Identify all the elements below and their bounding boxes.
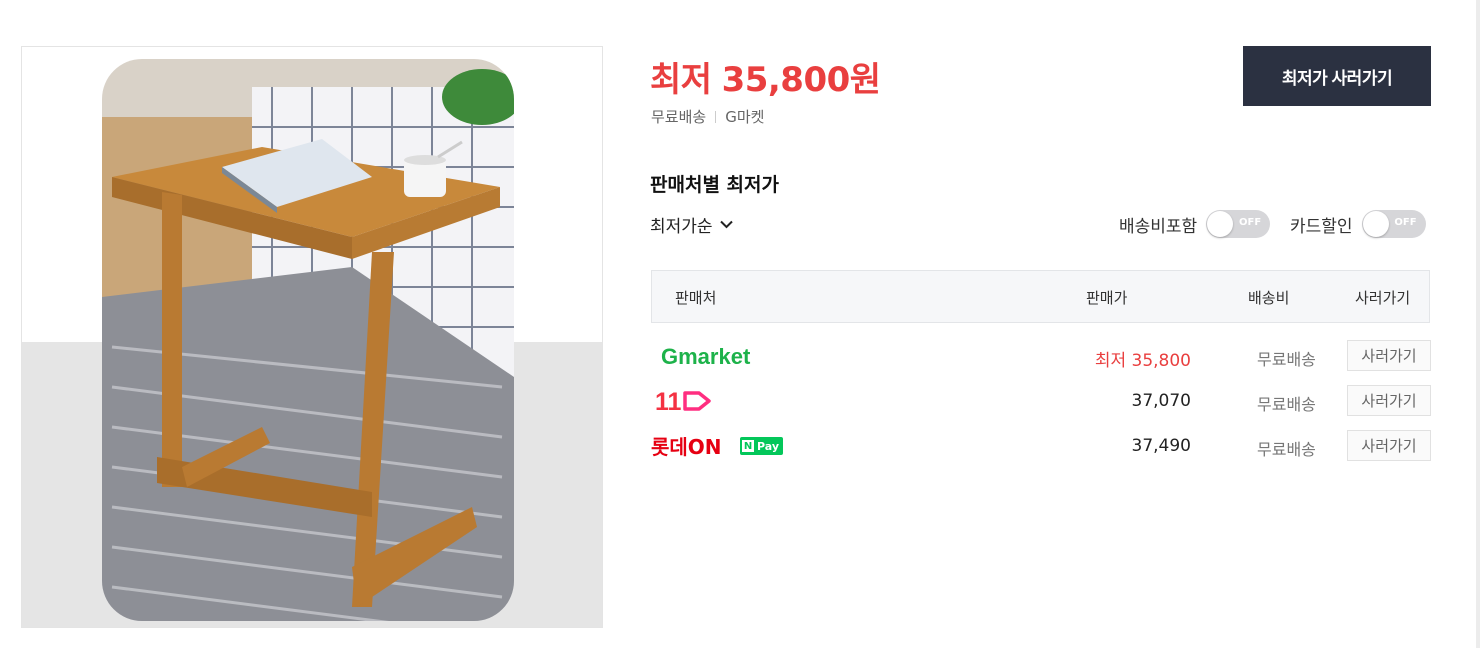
sort-label: 최저가순 bbox=[650, 217, 713, 237]
section-title: 판매처별 최저가 bbox=[650, 174, 779, 196]
product-image bbox=[21, 46, 603, 628]
npay-label: Pay bbox=[757, 439, 780, 453]
lowest-price: 최저 35,800원 bbox=[650, 52, 881, 101]
shipping-toggle-group: 배송비포함 OFF bbox=[1119, 210, 1271, 238]
gmarket-logo-text: Gmarket bbox=[661, 344, 751, 368]
divider bbox=[715, 111, 717, 123]
row-price: 37,490 bbox=[1131, 436, 1191, 456]
sort-dropdown[interactable]: 최저가순 bbox=[650, 212, 733, 237]
row-shipping: 무료배송 bbox=[1257, 440, 1316, 459]
price-meta: 무료배송 G마켓 bbox=[651, 106, 764, 127]
price-prefix: 최저 bbox=[650, 60, 712, 100]
toggle-state: OFF bbox=[1239, 217, 1262, 228]
lotteon-logo-icon: 롯데ON bbox=[651, 435, 722, 459]
shipping-include-toggle[interactable]: OFF bbox=[1206, 210, 1271, 238]
header-seller: 판매처 bbox=[675, 289, 717, 307]
page-edge bbox=[1476, 0, 1480, 648]
row-price: 최저 35,800 bbox=[1094, 351, 1191, 371]
card-toggle-group: 카드할인 OFF bbox=[1290, 210, 1426, 238]
row-shipping: 무료배송 bbox=[1257, 395, 1316, 414]
lotteon-logo-text: 롯데ON bbox=[651, 435, 722, 459]
toggle-state: OFF bbox=[1394, 217, 1417, 228]
chevron-down-icon bbox=[719, 220, 733, 229]
toggle-knob bbox=[1362, 211, 1389, 237]
row-buy-button[interactable]: 사러가기 bbox=[1347, 385, 1431, 416]
row-price: 37,070 bbox=[1131, 391, 1191, 411]
store-name: G마켓 bbox=[725, 108, 765, 126]
header-buy: 사러가기 bbox=[1355, 289, 1411, 307]
card-toggle-label: 카드할인 bbox=[1290, 216, 1353, 237]
shipping-toggle-label: 배송비포함 bbox=[1119, 216, 1198, 237]
card-discount-toggle[interactable]: OFF bbox=[1361, 210, 1426, 238]
header-shipping: 배송비 bbox=[1248, 289, 1290, 307]
11st-logo[interactable]: 11 bbox=[655, 381, 715, 421]
price-amount: 35,800원 bbox=[721, 60, 881, 100]
table-row: 11 37,070 무료배송 사러가기 bbox=[651, 381, 1431, 421]
npay-badge: N Pay bbox=[740, 437, 784, 455]
lotteon-logo[interactable]: 롯데ON N Pay bbox=[651, 426, 784, 466]
shipping-info: 무료배송 bbox=[651, 108, 707, 126]
row-buy-button[interactable]: 사러가기 bbox=[1347, 340, 1431, 371]
table-row: Gmarket 최저 35,800 무료배송 사러가기 bbox=[651, 336, 1431, 376]
11st-logo-text: 11 bbox=[655, 388, 682, 415]
gmarket-logo-icon: Gmarket bbox=[661, 344, 751, 368]
table-row: 롯데ON N Pay 37,490 무료배송 사러가기 bbox=[651, 426, 1431, 466]
buy-lowest-button[interactable]: 최저가 사러가기 bbox=[1243, 46, 1431, 106]
toggle-knob bbox=[1207, 211, 1234, 237]
naver-n-icon: N bbox=[742, 440, 754, 452]
side-table-illustration bbox=[22, 47, 602, 627]
header-price: 판매가 bbox=[1086, 289, 1128, 307]
seller-table-header: 판매처 판매가 배송비 사러가기 bbox=[651, 270, 1430, 323]
gmarket-logo[interactable]: Gmarket bbox=[661, 336, 753, 376]
row-shipping: 무료배송 bbox=[1257, 350, 1316, 369]
11st-logo-icon: 11 bbox=[655, 388, 711, 415]
row-buy-button[interactable]: 사러가기 bbox=[1347, 430, 1431, 461]
